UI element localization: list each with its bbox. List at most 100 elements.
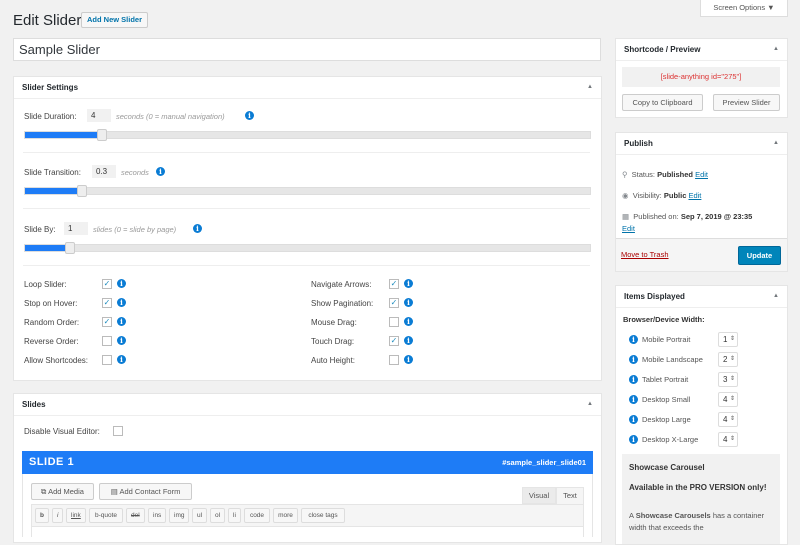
slider-title-input[interactable]: Sample Slider	[13, 38, 601, 61]
preview-slider-button[interactable]: Preview Slider	[713, 94, 780, 111]
info-icon[interactable]: i	[629, 335, 638, 344]
slide-header-bar[interactable]: SLIDE 1 #sample_slider_slide01	[22, 451, 593, 474]
items-count-select[interactable]: 2 ⇕	[718, 352, 738, 367]
slide-content-textarea[interactable]	[31, 527, 584, 537]
option-checkbox[interactable]: ✓	[102, 279, 112, 289]
update-button[interactable]: Update	[738, 246, 781, 265]
device-width-label: Desktop Small	[642, 395, 691, 404]
items-displayed-header[interactable]: Items Displayed ▲	[616, 286, 787, 308]
format-button[interactable]: ins	[148, 508, 167, 523]
collapse-arrow-icon[interactable]: ▲	[773, 133, 779, 154]
collapse-arrow-icon[interactable]: ▲	[587, 394, 593, 415]
items-count-select[interactable]: 4 ⇕	[718, 392, 738, 407]
tab-visual[interactable]: Visual	[522, 487, 556, 504]
items-count-select[interactable]: 4 ⇕	[718, 412, 738, 427]
slider-handle[interactable]	[65, 242, 75, 254]
publish-header[interactable]: Publish ▲	[616, 133, 787, 155]
published-edit-link[interactable]: Edit	[622, 224, 635, 233]
slider-settings-header[interactable]: Slider Settings ▲	[14, 77, 601, 99]
add-new-slider-button[interactable]: Add New Slider	[81, 12, 149, 28]
format-button[interactable]: img	[169, 508, 190, 523]
info-icon[interactable]: i	[117, 317, 126, 326]
slide-duration-input[interactable]: 4	[87, 109, 111, 122]
shortcode-text[interactable]: [slide-anything id="275"]	[622, 67, 780, 87]
info-icon[interactable]: i	[629, 355, 638, 364]
collapse-arrow-icon[interactable]: ▲	[587, 77, 593, 98]
slide-by-input[interactable]: 1	[64, 222, 88, 235]
option-checkbox[interactable]: ✓	[389, 336, 399, 346]
option-checkbox[interactable]	[389, 355, 399, 365]
copy-to-clipboard-button[interactable]: Copy to Clipboard	[622, 94, 703, 111]
format-button[interactable]: b-quote	[89, 508, 123, 523]
screen-options-button[interactable]: Screen Options ▼	[700, 0, 788, 17]
info-icon[interactable]: i	[117, 279, 126, 288]
info-icon[interactable]: i	[193, 224, 202, 233]
slide-transition-slider[interactable]	[24, 185, 591, 197]
slide-transition-hint: seconds	[121, 168, 149, 177]
info-icon[interactable]: i	[629, 435, 638, 444]
slide-transition-input[interactable]: 0.3	[92, 165, 116, 178]
device-width-label: Desktop X-Large	[642, 435, 699, 444]
format-button[interactable]: more	[273, 508, 298, 523]
info-icon[interactable]: i	[629, 395, 638, 404]
disable-visual-editor-checkbox[interactable]	[113, 426, 123, 436]
option-checkbox[interactable]: ✓	[102, 298, 112, 308]
spinner-arrows-icon: ⇕	[729, 376, 735, 382]
option-label: Reverse Order:	[24, 337, 79, 346]
info-icon[interactable]: i	[404, 336, 413, 345]
slider-handle[interactable]	[77, 185, 87, 197]
option-checkbox[interactable]: ✓	[102, 317, 112, 327]
format-button[interactable]: i	[52, 508, 64, 523]
form-icon: ▤	[110, 487, 118, 496]
info-icon[interactable]: i	[245, 111, 254, 120]
add-media-button[interactable]: ⧉ Add Media	[31, 483, 94, 500]
info-icon[interactable]: i	[117, 336, 126, 345]
shortcode-header[interactable]: Shortcode / Preview ▲	[616, 39, 787, 61]
format-button[interactable]: close tags	[301, 508, 345, 523]
published-on-value: Sep 7, 2019 @ 23:35	[680, 212, 753, 221]
info-icon[interactable]: i	[117, 298, 126, 307]
slide-transition-label: Slide Transition:	[24, 168, 81, 177]
option-checkbox[interactable]	[102, 336, 112, 346]
format-button[interactable]: del	[126, 508, 145, 523]
slider-handle[interactable]	[97, 129, 107, 141]
caret-down-icon: ▼	[767, 3, 775, 12]
info-icon[interactable]: i	[404, 279, 413, 288]
format-button[interactable]: link	[66, 508, 86, 523]
info-icon[interactable]: i	[404, 355, 413, 364]
items-count-select[interactable]: 1 ⇕	[718, 332, 738, 347]
collapse-arrow-icon[interactable]: ▲	[773, 286, 779, 307]
format-button[interactable]: li	[228, 508, 241, 523]
slide-by-slider[interactable]	[24, 242, 591, 254]
published-on-label: Published on:	[633, 212, 679, 221]
format-button[interactable]: ol	[210, 508, 226, 523]
publish-title: Publish	[624, 139, 653, 148]
visibility-edit-link[interactable]: Edit	[688, 191, 701, 200]
option-label: Auto Height:	[311, 356, 356, 365]
slide-duration-slider[interactable]	[24, 129, 591, 141]
slides-header[interactable]: Slides ▲	[14, 394, 601, 416]
option-checkbox[interactable]: ✓	[389, 279, 399, 289]
format-button[interactable]: ul	[192, 508, 208, 523]
add-contact-form-button[interactable]: ▤ Add Contact Form	[99, 483, 192, 500]
items-count-select[interactable]: 4 ⇕	[718, 432, 738, 447]
info-icon[interactable]: i	[629, 375, 638, 384]
info-icon[interactable]: i	[404, 298, 413, 307]
info-icon[interactable]: i	[117, 355, 126, 364]
format-button[interactable]: b	[35, 508, 49, 523]
slider-fill	[25, 245, 70, 251]
items-count-value: 4	[723, 435, 728, 444]
info-icon[interactable]: i	[156, 167, 165, 176]
option-checkbox[interactable]	[389, 317, 399, 327]
collapse-arrow-icon[interactable]: ▲	[773, 39, 779, 60]
format-button[interactable]: code	[244, 508, 270, 523]
info-icon[interactable]: i	[629, 415, 638, 424]
option-checkbox[interactable]: ✓	[389, 298, 399, 308]
option-checkbox[interactable]	[102, 355, 112, 365]
tab-text[interactable]: Text	[556, 487, 584, 505]
items-count-select[interactable]: 3 ⇕	[718, 372, 738, 387]
info-icon[interactable]: i	[404, 317, 413, 326]
move-to-trash-link[interactable]: Move to Trash	[621, 250, 669, 259]
status-edit-link[interactable]: Edit	[695, 170, 708, 179]
published-edit-row: Edit	[622, 224, 635, 233]
